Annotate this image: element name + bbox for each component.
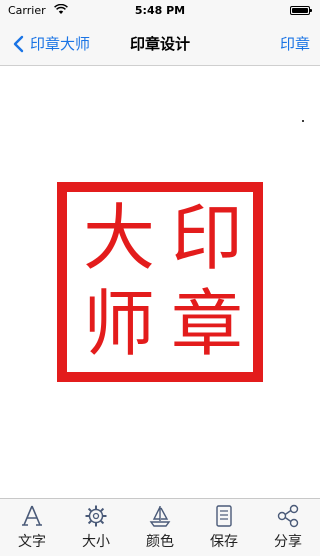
gear-icon <box>85 505 107 527</box>
tab-size[interactable]: 大小 <box>64 499 128 556</box>
tab-save-label: 保存 <box>210 534 238 550</box>
tab-color[interactable]: 颜色 <box>128 499 192 556</box>
canvas-dot <box>302 120 304 122</box>
seal-char-bottom-left: 师 <box>82 282 155 366</box>
text-icon <box>22 505 42 526</box>
tab-text-label: 文字 <box>18 534 46 550</box>
seal-button[interactable]: 印章 <box>280 33 310 54</box>
tab-text[interactable]: 文字 <box>0 499 64 556</box>
battery-icon <box>290 6 312 15</box>
navigation-bar: 印章大师 印章设计 印章 <box>0 22 320 66</box>
sailboat-icon <box>149 506 171 527</box>
share-icon <box>277 504 299 528</box>
seal-char-top-right: 印 <box>170 196 243 280</box>
seal-canvas[interactable]: 印 章 大 师 <box>0 66 320 498</box>
page-title: 印章设计 <box>129 35 190 53</box>
tab-share[interactable]: 分享 <box>256 499 320 556</box>
tab-share-label: 分享 <box>274 534 302 550</box>
clock: 5:48 PM <box>134 4 186 17</box>
seal-char-top-left: 大 <box>82 196 155 280</box>
tab-save[interactable]: 保存 <box>192 499 256 556</box>
tab-bar: 文字 大小 颜色 保存 分享 <box>0 498 320 556</box>
seal-stamp[interactable]: 印 章 大 师 <box>57 182 263 382</box>
seal-char-bottom-right: 章 <box>170 282 243 366</box>
tab-size-label: 大小 <box>82 534 110 550</box>
tab-color-label: 颜色 <box>146 534 174 550</box>
document-icon <box>216 505 232 527</box>
status-bar: Carrier 5:48 PM <box>0 0 320 22</box>
